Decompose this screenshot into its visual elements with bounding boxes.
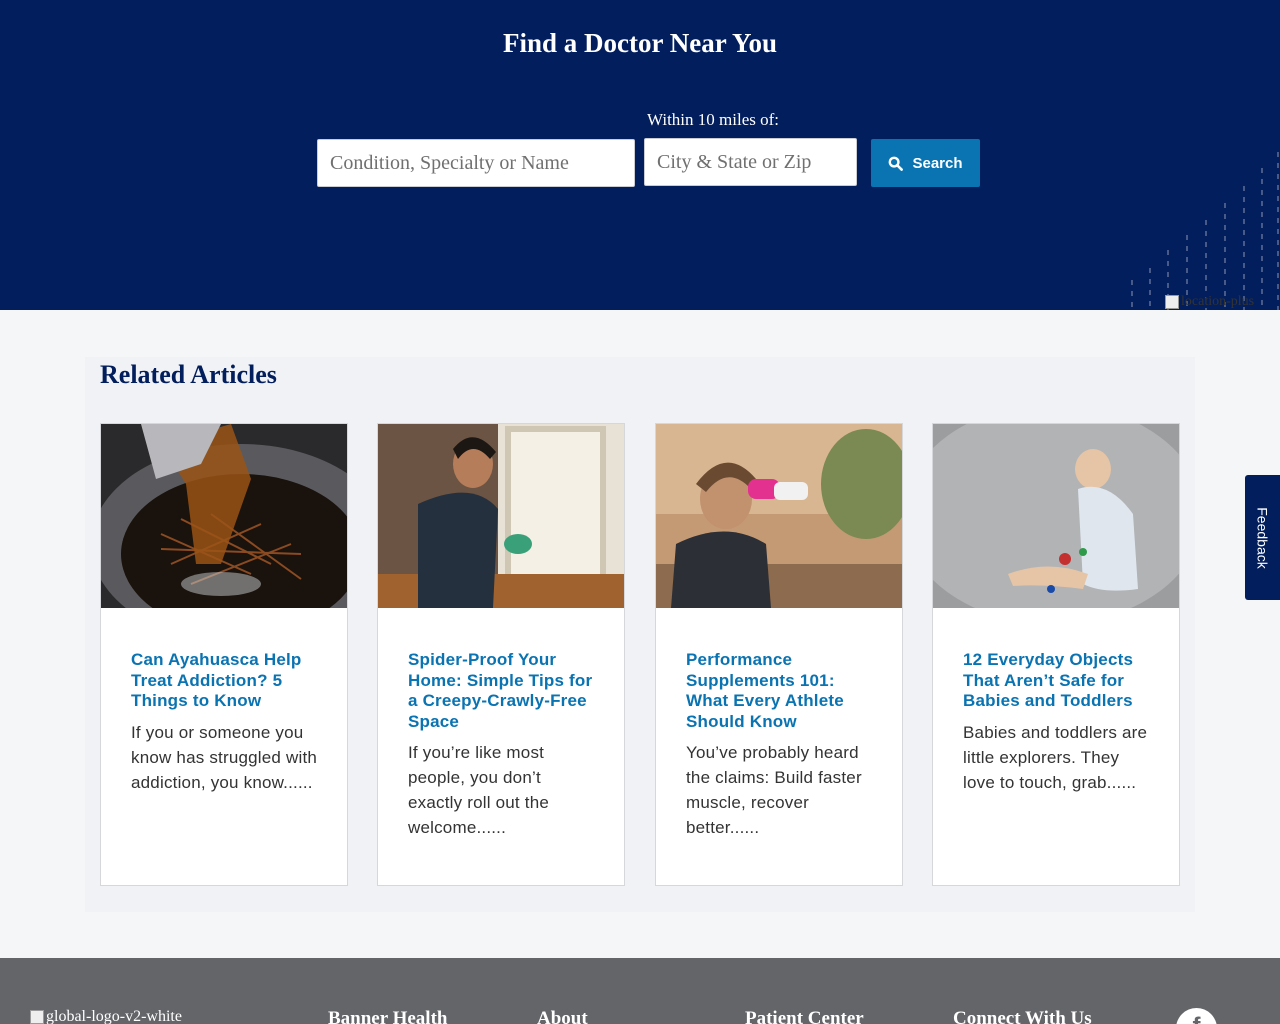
hero-title: Find a Doctor Near You	[503, 28, 777, 58]
article-card[interactable]: Performance Supplements 101: What Every …	[655, 423, 903, 886]
find-doctor-hero: Find a Doctor Near You Within 10 miles o…	[0, 0, 1280, 310]
article-title[interactable]: Performance Supplements 101: What Every …	[686, 650, 876, 732]
footer-heading-about: About	[537, 1008, 588, 1024]
facebook-icon[interactable]: f	[1176, 1008, 1217, 1024]
location-plus-image: location-plus	[1165, 292, 1280, 312]
article-title[interactable]: 12 Everyday Objects That Aren’t Safe for…	[963, 650, 1153, 712]
article-excerpt: You’ve probably heard the claims: Build …	[686, 743, 862, 837]
footer-heading-connect: Connect With Us	[953, 1008, 1092, 1024]
location-plus-alt-text: location-plus	[1181, 294, 1255, 309]
article-image	[378, 424, 624, 608]
article-card[interactable]: Can Ayahuasca Help Treat Addiction? 5 Th…	[100, 423, 348, 886]
feedback-tab[interactable]: Feedback	[1245, 475, 1280, 600]
article-title[interactable]: Can Ayahuasca Help Treat Addiction? 5 Th…	[131, 650, 321, 712]
footer-heading-banner-health: Banner Health	[328, 1008, 448, 1024]
condition-search-input[interactable]	[317, 139, 635, 187]
broken-image-icon	[1165, 295, 1179, 309]
article-excerpt: If you’re like most people, you don’t ex…	[408, 743, 550, 837]
search-icon	[889, 156, 904, 171]
footer-heading-patient-center: Patient Center	[745, 1008, 864, 1024]
search-button-label: Search	[912, 154, 963, 172]
article-excerpt: Babies and toddlers are little explorers…	[963, 723, 1148, 792]
broken-image-icon	[30, 1010, 44, 1024]
location-search-input[interactable]	[644, 138, 857, 186]
article-image	[656, 424, 902, 608]
article-image	[101, 424, 347, 608]
article-card[interactable]: 12 Everyday Objects That Aren’t Safe for…	[932, 423, 1180, 886]
banner-health-logo[interactable]: global-logo-v2-white	[30, 1008, 182, 1024]
article-image	[933, 424, 1179, 608]
site-footer: global-logo-v2-white Banner Health About…	[0, 958, 1280, 1024]
within-miles-label: Within 10 miles of:	[647, 110, 779, 129]
feedback-label: Feedback	[1254, 506, 1271, 569]
decorative-dashed-lines	[1131, 152, 1279, 310]
article-excerpt: If you or someone you know has struggled…	[131, 723, 318, 792]
footer-logo-alt-text: global-logo-v2-white	[46, 1008, 182, 1024]
search-button[interactable]: Search	[871, 139, 980, 187]
related-articles-title: Related Articles	[100, 360, 277, 389]
article-card[interactable]: Spider-Proof Your Home: Simple Tips for …	[377, 423, 625, 886]
article-title[interactable]: Spider-Proof Your Home: Simple Tips for …	[408, 650, 598, 732]
